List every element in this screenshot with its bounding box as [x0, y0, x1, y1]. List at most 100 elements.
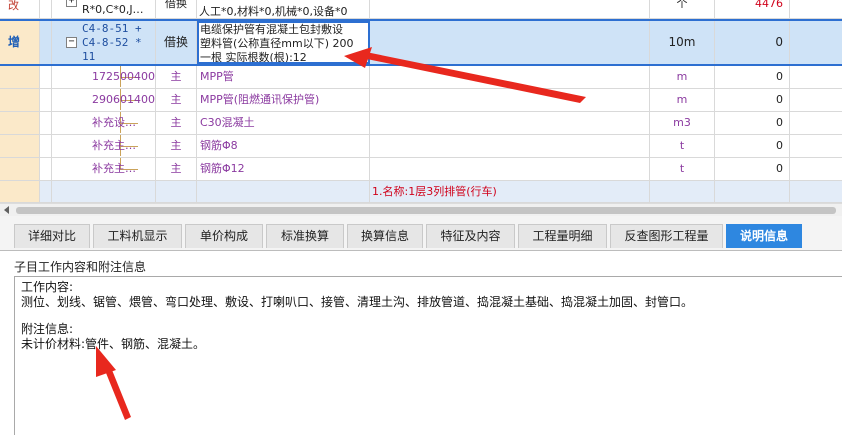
row-spec	[370, 112, 650, 134]
row-code: 补充主…	[92, 162, 136, 175]
row-code-cell: − C4-8-51 + C4-8-52 * 11	[52, 21, 156, 64]
row-amount: 0	[715, 89, 790, 111]
row-name-text: 人工*0,材料*0,机械*0,设备*0	[199, 5, 348, 18]
row-extra	[790, 135, 842, 157]
row-type: 主	[156, 112, 197, 134]
row-name-line2: 塑料管(公称直径mm以下) 200	[200, 37, 354, 50]
grid-sub-row[interactable]: 补充主… 主 钢筋Φ8 t 0	[0, 135, 842, 158]
row-spec	[370, 158, 650, 180]
description-textbox[interactable]: 工作内容: 测位、划线、锯管、煨管、弯口处理、敷设、打喇叭口、接管、清理土沟、排…	[14, 276, 842, 435]
row-code-cell	[52, 181, 156, 202]
row-extra	[790, 112, 842, 134]
tab-standard-conversion[interactable]: 标准换算	[266, 224, 344, 248]
row-name-text: 钢筋Φ8	[200, 139, 238, 152]
row-extra	[790, 66, 842, 88]
expand-plus-icon[interactable]: +	[66, 0, 77, 7]
tab-features-content[interactable]: 特征及内容	[426, 224, 515, 248]
row-spec	[370, 135, 650, 157]
grid-row-top[interactable]: 改 + R*0,C*0,J… 借换 人工*0,材料*0,机械*0,设备*0 个 …	[0, 0, 842, 19]
row-unit: 10m	[650, 21, 715, 64]
row-amount: 0	[715, 66, 790, 88]
row-code-cell: 补充设…	[52, 112, 156, 134]
tab-detail-compare[interactable]: 详细对比	[14, 224, 90, 248]
row-code: 1725004006	[92, 70, 156, 83]
row-unit: t	[650, 158, 715, 180]
row-spec	[370, 21, 650, 64]
row-mark	[0, 135, 40, 157]
row-name	[197, 181, 370, 202]
row-spec: 1.名称:1层3列排管(行车)	[370, 181, 650, 202]
row-amount: 0	[715, 135, 790, 157]
work-content-text: 测位、划线、锯管、煨管、弯口处理、敷设、打喇叭口、接管、清理土沟、排放管道、捣混…	[21, 295, 694, 309]
tab-conversion-info[interactable]: 换算信息	[347, 224, 423, 248]
row-name: 钢筋Φ8	[197, 135, 370, 157]
row-name[interactable]: 电缆保护管有混凝土包封敷设 塑料管(公称直径mm以下) 200 一根 实际根数(…	[197, 21, 370, 64]
grid-sub-row[interactable]: 补充主… 主 钢筋Φ12 t 0	[0, 158, 842, 181]
row-spec	[370, 89, 650, 111]
row-code: 补充设…	[92, 116, 136, 129]
horizontal-scrollbar[interactable]	[0, 203, 842, 216]
row-mark: 改	[0, 0, 40, 18]
row-indicator	[40, 158, 52, 180]
quota-grid: 改 + R*0,C*0,J… 借换 人工*0,材料*0,机械*0,设备*0 个 …	[0, 0, 842, 203]
row-extra	[790, 0, 842, 18]
row-mark: 增	[0, 21, 40, 64]
tab-labor-material-machine[interactable]: 工料机显示	[93, 224, 182, 248]
row-type: 借换	[156, 21, 197, 64]
row-code-line1: C4-8-51 +	[82, 22, 142, 35]
tab-quantity-detail[interactable]: 工程量明细	[518, 224, 607, 248]
grid-sub-row[interactable]: 1725004006 主 MPP管 m 0	[0, 66, 842, 89]
scroll-left-arrow-icon[interactable]	[4, 206, 9, 214]
panel-title: 子目工作内容和附注信息	[14, 260, 147, 274]
row-type: 主	[156, 89, 197, 111]
note-heading: 附注信息:	[21, 322, 74, 336]
row-mark	[0, 181, 40, 202]
grid-sub-row[interactable]: 补充设… 主 C30混凝土 m3 0	[0, 112, 842, 135]
row-code-cell: 2906014001	[52, 89, 156, 111]
row-amount: 0	[715, 112, 790, 134]
row-name-text: C30混凝土	[200, 116, 255, 129]
row-name-text: 钢筋Φ12	[200, 162, 245, 175]
row-mark	[0, 112, 40, 134]
tab-unit-price[interactable]: 单价构成	[185, 224, 263, 248]
row-unit: m	[650, 66, 715, 88]
note-text: 未计价材料:管件、钢筋、混凝土。	[21, 337, 206, 351]
feature-text: 1.名称:1层3列排管(行车)	[372, 185, 497, 198]
row-amount: 0	[715, 158, 790, 180]
row-name-line1: 电缆保护管有混凝土包封敷设	[200, 23, 343, 36]
grid-row-feature[interactable]: 1.名称:1层3列排管(行车)	[0, 181, 842, 203]
row-name-line3: 一根 实际根数(根):12	[200, 51, 307, 64]
row-mark	[0, 89, 40, 111]
row-type: 主	[156, 158, 197, 180]
description-panel: 子目工作内容和附注信息 工作内容: 测位、划线、锯管、煨管、弯口处理、敷设、打喇…	[0, 250, 842, 435]
collapse-minus-icon[interactable]: −	[66, 37, 77, 48]
row-indicator	[40, 21, 52, 64]
row-name: MPP管(阻燃通讯保护管)	[197, 89, 370, 111]
row-code-line3: 11	[82, 50, 96, 63]
tab-reverse-graphic-quantity[interactable]: 反查图形工程量	[610, 224, 723, 248]
row-type: 主	[156, 66, 197, 88]
grid-sub-row[interactable]: 2906014001 主 MPP管(阻燃通讯保护管) m 0	[0, 89, 842, 112]
row-extra	[790, 158, 842, 180]
row-code-line2: C4-8-52 *	[82, 36, 142, 49]
row-mark	[0, 66, 40, 88]
row-extra	[790, 181, 842, 202]
row-mark	[0, 158, 40, 180]
row-amount: 0	[715, 21, 790, 64]
row-indicator	[40, 135, 52, 157]
row-code: R*0,C*0,J…	[82, 3, 144, 16]
row-amount	[715, 181, 790, 202]
grid-row-selected[interactable]: 增 − C4-8-51 + C4-8-52 * 11 借换 电缆保护管有混凝土包…	[0, 19, 842, 66]
row-name-text: MPP管(阻燃通讯保护管)	[200, 93, 320, 106]
tab-description-info[interactable]: 说明信息	[726, 224, 802, 248]
row-indicator	[40, 181, 52, 202]
row-code: 2906014001	[92, 93, 156, 106]
row-indicator	[40, 89, 52, 111]
work-content-heading: 工作内容:	[21, 280, 74, 294]
row-name: MPP管	[197, 66, 370, 88]
row-indicator	[40, 112, 52, 134]
row-unit: m3	[650, 112, 715, 134]
row-indicator	[40, 0, 52, 18]
scrollbar-thumb[interactable]	[16, 207, 836, 214]
row-unit: 个	[650, 0, 715, 18]
